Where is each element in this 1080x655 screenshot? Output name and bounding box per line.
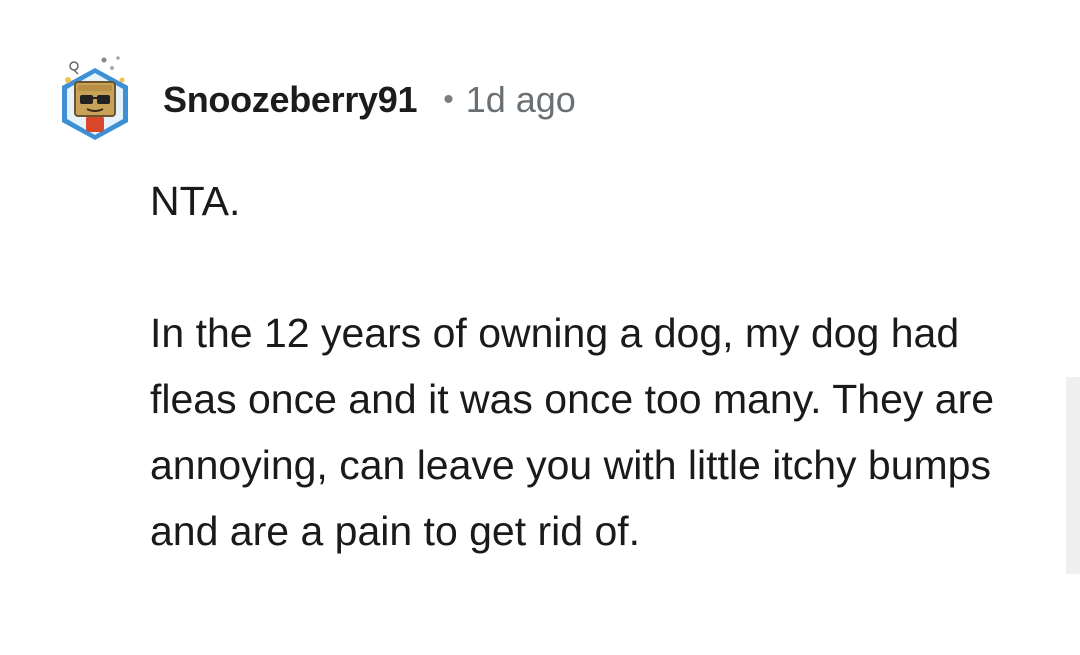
comment-paragraph: In the 12 years of owning a dog, my dog … [150,310,995,554]
snoovatar-robot-icon [62,56,128,140]
comment-body: NTA. In the 12 years of owning a dog, my… [150,168,1030,564]
comment-timestamp[interactable]: 1d ago [466,79,576,121]
comment-header: Snoozeberry91 • 1d ago [163,78,576,122]
user-avatar[interactable] [56,52,134,142]
username-link[interactable]: Snoozeberry91 [163,79,418,121]
comment-paragraph: NTA. [150,178,241,224]
meta-separator: • [443,83,454,116]
scrollbar-track[interactable] [1066,377,1080,574]
comment-card: Snoozeberry91 • 1d ago NTA. In the 12 ye… [0,0,1080,655]
